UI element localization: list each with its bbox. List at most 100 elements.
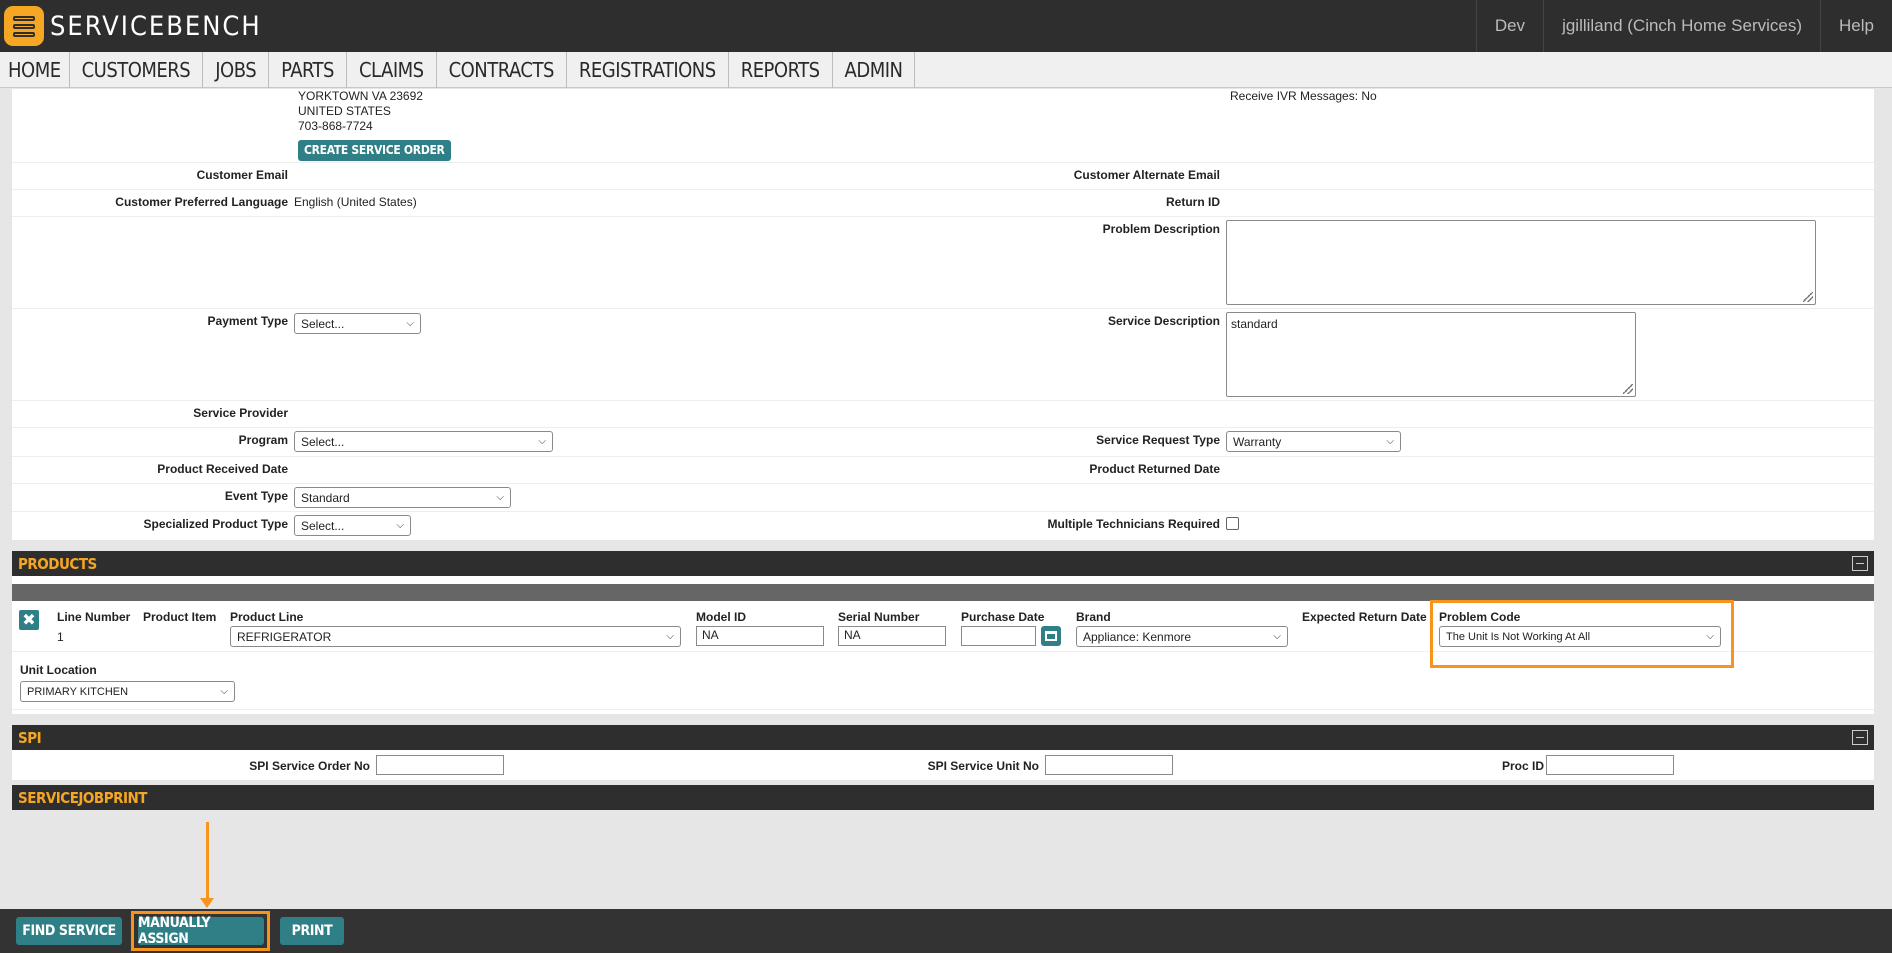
env-indicator[interactable]: Dev — [1475, 0, 1543, 52]
payment-type-select[interactable]: Select... ⌵ — [294, 313, 421, 334]
customer-panel: YORKTOWN VA 23692 UNITED STATES 703-868-… — [12, 89, 1874, 540]
pref-lang-value: English (United States) — [294, 195, 417, 209]
address-country: UNITED STATES — [298, 104, 391, 118]
product-returned-label: Product Returned Date — [1089, 462, 1220, 476]
serial-number-header: Serial Number — [838, 610, 920, 624]
spi-unit-no-input[interactable] — [1045, 755, 1173, 775]
multi-tech-checkbox[interactable] — [1226, 517, 1239, 530]
logo-icon — [4, 6, 44, 46]
purchase-date-header: Purchase Date — [961, 610, 1045, 624]
brand-select[interactable]: Appliance: Kenmore ⌵ — [1076, 626, 1288, 647]
nav-customers[interactable]: CUSTOMERS — [70, 52, 204, 88]
multi-tech-label: Multiple Technicians Required — [1047, 517, 1220, 531]
nav-contracts[interactable]: CONTRACTS — [437, 52, 567, 88]
collapse-icon[interactable] — [1852, 556, 1868, 571]
model-id-header: Model ID — [696, 610, 746, 624]
chevron-down-icon: ⌵ — [666, 631, 674, 642]
return-id-value — [1226, 190, 1874, 216]
specialized-product-label: Specialized Product Type — [143, 517, 288, 531]
problem-desc-label: Problem Description — [1102, 222, 1220, 236]
spi-header: SPI — [12, 725, 1874, 750]
address-line: YORKTOWN VA 23692 — [298, 89, 423, 103]
product-line-select[interactable]: REFRIGERATOR ⌵ — [230, 626, 681, 647]
resize-grip-icon[interactable] — [1803, 292, 1813, 302]
bottom-action-bar: FIND SERVICE MANUALLY ASSIGN PRINT — [0, 909, 1892, 953]
annotation-arrow-head-icon — [200, 898, 214, 908]
specialized-row: Specialized Product Type Select... ⌵ Mult… — [12, 512, 1874, 540]
line-number-value: 1 — [57, 630, 64, 644]
unit-location-header: Unit Location — [20, 663, 97, 677]
nav-jobs[interactable]: JOBS — [203, 52, 270, 88]
payment-row: Payment Type Select... ⌵ Service Descript… — [12, 309, 1874, 401]
problem-code-highlight — [1430, 600, 1734, 668]
line-number-header: Line Number — [57, 610, 131, 624]
delete-line-icon[interactable]: ✖ — [19, 610, 39, 630]
model-id-input[interactable]: NA — [696, 626, 824, 646]
service-provider-row: Service Provider — [12, 401, 1874, 428]
customer-email-label: Customer Email — [196, 168, 288, 182]
servicebench-logo[interactable]: SERVICEBENCH — [4, 6, 262, 46]
top-bar: SERVICEBENCH Dev jgilliland (Cinch Home … — [0, 0, 1892, 52]
manually-assign-highlight — [131, 911, 270, 951]
event-type-label: Event Type — [224, 489, 288, 503]
products-header: PRODUCTS — [12, 551, 1874, 576]
calendar-icon[interactable] — [1041, 626, 1061, 646]
return-id-label: Return ID — [1166, 195, 1220, 209]
language-row: Customer Preferred Language English (Uni… — [12, 190, 1874, 217]
proc-id-label: Proc ID — [1501, 759, 1544, 773]
customer-email-value — [294, 163, 944, 189]
nav-registrations[interactable]: REGISTRATIONS — [567, 52, 729, 88]
brand-header: Brand — [1076, 610, 1111, 624]
nav-claims[interactable]: CLAIMS — [347, 52, 437, 88]
spi-order-no-label: SPI Service Order No — [249, 759, 370, 773]
serial-number-input[interactable]: NA — [838, 626, 946, 646]
event-type-row: Event Type Standard ⌵ — [12, 484, 1874, 512]
address-phone: 703-868-7724 — [298, 119, 373, 133]
chevron-down-icon: ⌵ — [220, 686, 228, 697]
service-provider-label: Service Provider — [193, 406, 288, 420]
address-row: YORKTOWN VA 23692 UNITED STATES 703-868-… — [12, 89, 1874, 163]
find-service-button[interactable]: FIND SERVICE — [16, 917, 122, 945]
nav-parts[interactable]: PARTS — [269, 52, 347, 88]
specialized-product-select[interactable]: Select... ⌵ — [294, 515, 411, 536]
email-row: Customer Email Customer Alternate Email — [12, 163, 1874, 190]
program-select[interactable]: Select... ⌵ — [294, 431, 553, 452]
print-button[interactable]: PRINT — [280, 917, 344, 945]
app-name: SERVICEBENCH — [50, 10, 262, 42]
service-desc-textarea[interactable]: standard — [1226, 312, 1636, 397]
chevron-down-icon: ⌵ — [406, 318, 414, 329]
ivr-messages: Receive IVR Messages: No — [1230, 89, 1377, 103]
alt-email-label: Customer Alternate Email — [1073, 168, 1220, 182]
product-received-label: Product Received Date — [157, 462, 288, 476]
payment-type-label: Payment Type — [207, 314, 288, 328]
proc-id-input[interactable] — [1546, 755, 1674, 775]
user-menu[interactable]: jgilliland (Cinch Home Services) — [1543, 0, 1820, 52]
create-service-order-button[interactable]: CREATE SERVICE ORDER — [298, 140, 451, 161]
nav-reports[interactable]: REPORTS — [729, 52, 833, 88]
event-type-select[interactable]: Standard ⌵ — [294, 487, 511, 508]
products-subheader-bar — [12, 584, 1874, 601]
nav-admin[interactable]: ADMIN — [833, 52, 916, 88]
service-request-type-label: Service Request Type — [1096, 433, 1220, 447]
resize-grip-icon[interactable] — [1623, 384, 1633, 394]
unit-location-select[interactable]: PRIMARY KITCHEN ⌵ — [20, 681, 235, 702]
chevron-down-icon: ⌵ — [538, 436, 546, 447]
service-desc-label: Service Description — [1107, 314, 1220, 328]
servicejobprint-header: SERVICEJOBPRINT — [12, 785, 1874, 810]
program-row: Program Select... ⌵ Service Request Type … — [12, 428, 1874, 457]
alt-email-value — [1226, 163, 1874, 189]
spi-order-no-input[interactable] — [376, 755, 504, 775]
nav-home[interactable]: HOME — [0, 52, 70, 88]
problem-desc-row: Problem Description — [12, 217, 1874, 309]
collapse-icon[interactable] — [1852, 730, 1868, 745]
chevron-down-icon: ⌵ — [1386, 436, 1394, 447]
spi-unit-no-label: SPI Service Unit No — [927, 759, 1039, 773]
top-right-menu: Dev jgilliland (Cinch Home Services) Hel… — [1475, 0, 1892, 52]
product-dates-row: Product Received Date Product Returned D… — [12, 457, 1874, 484]
problem-desc-textarea[interactable] — [1226, 220, 1816, 305]
service-request-type-select[interactable]: Warranty ⌵ — [1226, 431, 1401, 452]
spi-title: SPI — [18, 728, 42, 747]
help-link[interactable]: Help — [1820, 0, 1892, 52]
main-nav: HOME CUSTOMERS JOBS PARTS CLAIMS CONTRAC… — [0, 52, 1892, 88]
purchase-date-input[interactable] — [961, 626, 1036, 646]
